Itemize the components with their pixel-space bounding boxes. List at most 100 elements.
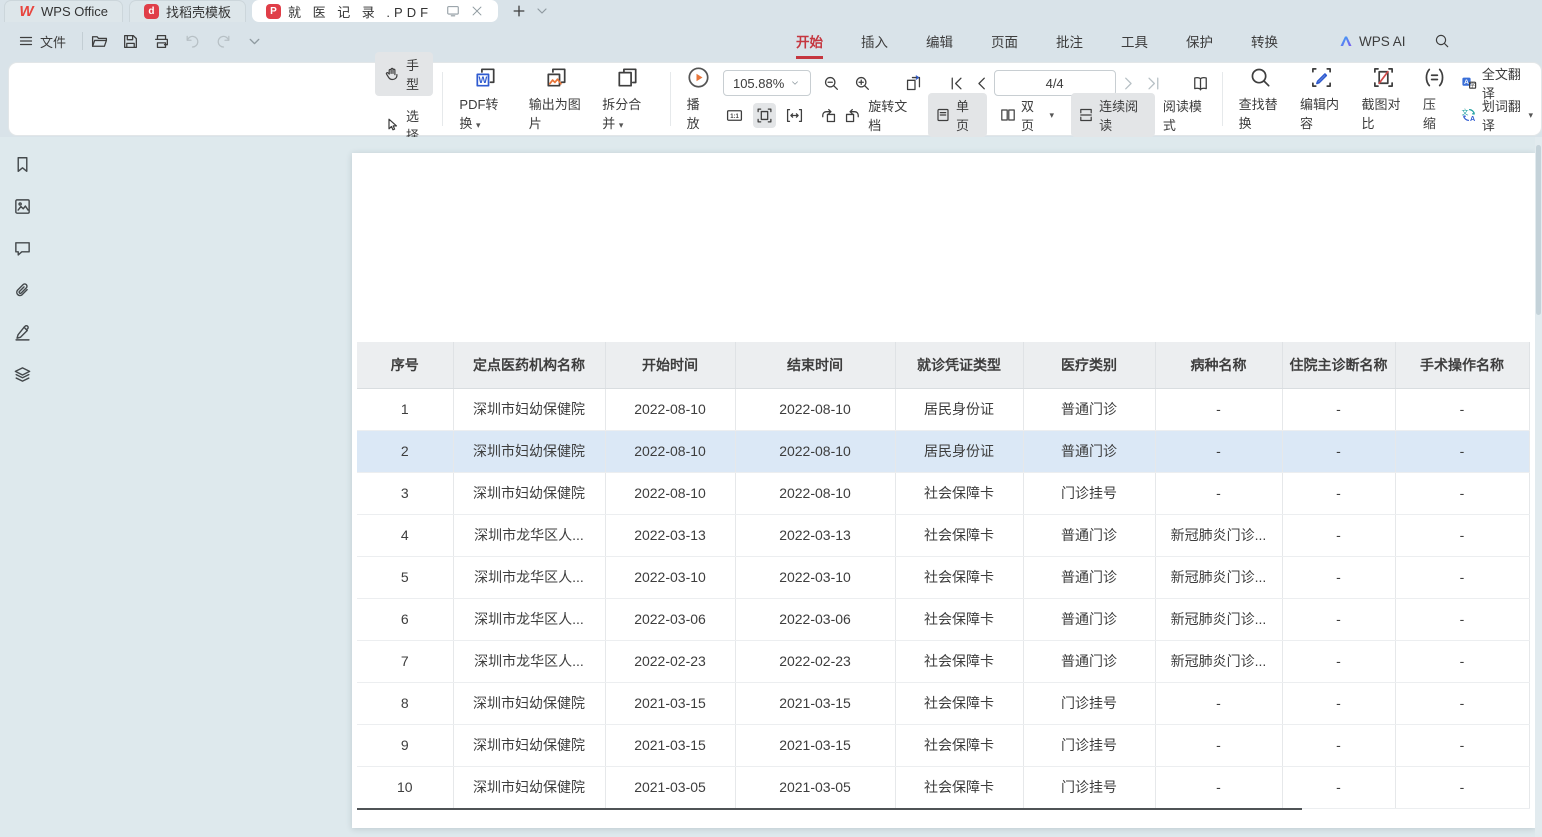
rotate-left-button[interactable] [816,103,840,128]
screenshot-compare-button[interactable]: 截图对比 [1354,63,1411,135]
fit-page-button[interactable] [753,103,777,128]
continuous-read-button[interactable]: 连续阅读 [1071,93,1155,137]
zoom-level-value: 105.88% [733,76,784,91]
table-cell: - [1395,514,1529,556]
document-title: 就 医 记 录 .PDF [288,2,432,21]
ribbon-tab-convert[interactable]: 转换 [1249,27,1280,55]
read-mode-label[interactable]: 阅读模式 [1163,96,1213,134]
word-translate-button[interactable]: 文A 划词翻译 ▾ [1461,102,1533,129]
zoom-level-select[interactable]: 105.88% [723,70,811,96]
table-header-cell: 医疗类别 [1023,342,1155,388]
ribbon-tab-protect[interactable]: 保护 [1184,27,1215,55]
pdf-convert-button[interactable]: W PDF转换 ▾ [452,63,517,135]
hand-tool-button[interactable]: 手型 [375,52,433,96]
edit-content-button[interactable]: 编辑内容 [1293,63,1350,135]
export-image-button[interactable]: 输出为图片 [522,63,592,135]
find-replace-button[interactable]: 查找替换 [1232,63,1289,135]
compress-icon [1423,66,1446,89]
tab-list-chevron-icon[interactable] [534,3,550,19]
thumbnail-panel-icon[interactable] [9,193,35,219]
zoom-in-button[interactable] [850,71,875,96]
medical-records-table: 序号定点医药机构名称开始时间结束时间就诊凭证类型医疗类别病种名称住院主诊断名称手… [357,342,1529,809]
prev-page-button[interactable] [969,71,994,96]
table-cell: 社会保障卡 [895,640,1023,682]
ribbon-tab-edit[interactable]: 编辑 [924,27,955,55]
navigation-rail [0,151,44,387]
table-cell: 2022-08-10 [735,388,895,430]
save-icon[interactable] [122,33,139,50]
ribbon-tab-insert[interactable]: 插入 [859,27,890,55]
rotate-doc-label[interactable]: 旋转文档 [868,96,918,134]
last-page-button[interactable] [1141,71,1166,96]
undo-icon[interactable] [184,33,201,50]
table-cell: 2021-03-15 [605,724,735,766]
table-cell: 2022-08-10 [605,472,735,514]
pdf-page: 序号定点医药机构名称开始时间结束时间就诊凭证类型医疗类别病种名称住院主诊断名称手… [352,153,1535,828]
ribbon-tab-home[interactable]: 开始 [794,27,825,55]
comment-panel-icon[interactable] [9,235,35,261]
tab-docer-templates[interactable]: d 找稻壳模板 [129,0,246,22]
docer-icon: d [144,4,159,19]
page-indicator: 4/4 [1046,76,1064,91]
table-cell: 5 [357,556,453,598]
table-cell: - [1395,388,1529,430]
table-cell: - [1395,640,1529,682]
next-page-button[interactable] [1116,71,1141,96]
rotate-doc-button-icon-slot[interactable] [901,71,926,96]
redo-icon[interactable] [215,33,232,50]
quick-access-chevron-icon[interactable] [246,33,263,50]
double-page-button[interactable]: 双页▾ [993,93,1061,137]
close-tab-icon[interactable] [470,4,484,18]
play-button[interactable]: 播放 [680,63,717,135]
rotate-right-button[interactable] [840,103,864,128]
cursor-icon [384,117,400,133]
table-header-cell: 结束时间 [735,342,895,388]
ribbon-toolbar: 手型 选择 W PDF转换 ▾ 输出为图片 拆分合并 ▾ 播放 105.88% [8,62,1542,136]
play-icon [687,66,710,89]
svg-text:A: A [1470,114,1475,123]
full-translate-button[interactable]: A字 全文翻译 [1461,70,1533,97]
table-cell: 2021-03-15 [735,682,895,724]
table-cell: 2021-03-05 [735,766,895,808]
split-merge-button[interactable]: 拆分合并 ▾ [595,63,660,135]
ribbon-tab-page[interactable]: 页面 [989,27,1020,55]
menu-bar: 文件 开始 插入 编辑 页面 批注 工具 保护 转换 WPS AI [0,22,1542,60]
edit-content-icon [1310,66,1333,89]
attachment-panel-icon[interactable] [9,277,35,303]
tab-document-pdf[interactable]: P 就 医 记 录 .PDF [252,0,498,22]
layers-panel-icon[interactable] [9,361,35,387]
file-menu-button[interactable]: 文件 [10,28,74,55]
vertical-scrollbar[interactable] [1535,137,1542,837]
first-page-button[interactable] [944,71,969,96]
wps-ai-button[interactable]: WPS AI [1310,33,1406,49]
read-mode-icon-slot[interactable] [1188,71,1213,96]
table-cell: - [1282,724,1395,766]
ribbon-tab-tools[interactable]: 工具 [1119,27,1150,55]
table-cell: 8 [357,682,453,724]
compress-button[interactable]: 压缩 [1416,63,1453,135]
signature-panel-icon[interactable] [9,319,35,345]
zoom-out-button[interactable] [819,71,844,96]
table-cell: 2022-03-13 [735,514,895,556]
single-page-button[interactable]: 单页 [928,93,987,137]
table-header-cell: 序号 [357,342,453,388]
fit-width-button[interactable] [782,103,806,128]
print-icon[interactable] [153,33,170,50]
table-cell: 2022-03-10 [735,556,895,598]
scrollbar-thumb[interactable] [1536,145,1541,315]
actual-size-button[interactable]: 1:1 [723,103,747,128]
table-header-cell: 定点医药机构名称 [453,342,605,388]
next-page-icon [1120,75,1137,92]
open-file-icon[interactable] [91,33,108,50]
tab-wps-office[interactable]: W WPS Office [4,0,123,22]
table-header-cell: 住院主诊断名称 [1282,342,1395,388]
bookmark-panel-icon[interactable] [9,151,35,177]
monitor-icon[interactable] [446,4,460,18]
table-row: 8深圳市妇幼保健院2021-03-152021-03-15社会保障卡门诊挂号--… [357,682,1529,724]
rotate-document-icon [905,75,922,92]
new-tab-button[interactable] [512,4,526,18]
table-cell: 门诊挂号 [1023,682,1155,724]
ribbon-tab-comment[interactable]: 批注 [1054,27,1085,55]
global-search-icon[interactable] [1434,33,1450,49]
table-cell: 2022-03-13 [605,514,735,556]
